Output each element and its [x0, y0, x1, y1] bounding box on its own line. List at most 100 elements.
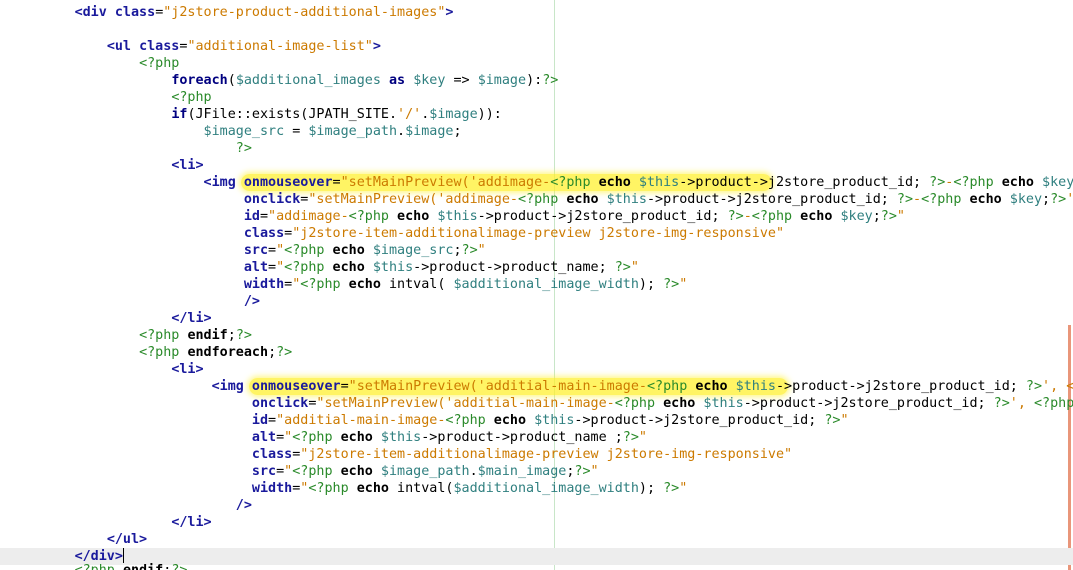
- code-token: $additional_images: [235, 73, 381, 88]
- code-line-text: onclick="setMainPreview('additial-main-i…: [2, 396, 1073, 411]
- code-line[interactable]: <img onmouseover="setMainPreview('addima…: [0, 174, 1073, 191]
- code-line[interactable]: <ul class="additional-image-list">: [0, 38, 1073, 55]
- code-token: $image: [477, 73, 527, 88]
- code-token: echo: [340, 430, 373, 445]
- code-token: width: [243, 277, 285, 292]
- code-line[interactable]: </li>: [0, 310, 1073, 327]
- code-token: ": [638, 430, 647, 445]
- code-line[interactable]: src="<?php echo $image_path.$main_image;…: [0, 463, 1073, 480]
- code-token: .: [397, 124, 406, 139]
- code-line[interactable]: <?php: [0, 55, 1073, 72]
- code-token: <?php: [517, 192, 559, 207]
- code-token: </li>: [171, 311, 212, 326]
- code-line[interactable]: class="j2store-item-additionalimage-prev…: [0, 225, 1073, 242]
- code-token: <?php: [550, 175, 591, 190]
- code-token: <li>: [171, 158, 204, 173]
- code-line[interactable]: <?php endif;?>: [0, 327, 1073, 344]
- code-token: -: [913, 192, 922, 207]
- code-line[interactable]: <div class="j2store-product-additional-i…: [0, 4, 1073, 21]
- code-token: ->product->j2store_product_id;: [477, 209, 728, 224]
- code-token: </ul>: [106, 532, 148, 547]
- code-line-text: <div class="j2store-product-additional-i…: [2, 5, 454, 20]
- code-token: echo: [397, 209, 430, 224]
- code-token: =: [259, 209, 269, 224]
- code-line[interactable]: if(JFile::exists(JPATH_SITE.'/'.$image))…: [0, 106, 1073, 123]
- code-token: alt: [251, 430, 277, 445]
- code-line[interactable]: alt="<?php echo $this->product->product_…: [0, 259, 1073, 276]
- code-line[interactable]: </ul>: [0, 531, 1073, 548]
- code-line[interactable]: />: [0, 497, 1073, 514]
- code-token: <?php: [171, 90, 212, 105]
- code-token: echo: [566, 192, 599, 207]
- code-line-text: <?php endforeach;?>: [2, 345, 292, 360]
- code-editor[interactable]: <div class = "j2store-product-additional-i…: [0, 0, 1073, 570]
- code-token: ->product->j2store_product_id;: [679, 175, 930, 190]
- code-token: "setMainPreview('addimage-: [308, 192, 518, 207]
- code-line-text: <li>: [2, 158, 204, 173]
- code-line[interactable]: onclick="setMainPreview('addimage-<?php …: [0, 191, 1073, 208]
- code-line[interactable]: <li>: [0, 157, 1073, 174]
- code-line[interactable]: [0, 21, 1073, 38]
- code-token: as: [389, 73, 406, 88]
- code-line-text: <?php: [2, 56, 179, 71]
- code-token: <?php: [1033, 396, 1073, 411]
- code-line[interactable]: <?php endforeach;?>: [0, 344, 1073, 361]
- code-line[interactable]: id="addimage-<?php echo $this->product->…: [0, 208, 1073, 225]
- code-line[interactable]: $image_src = $image_path.$image;: [0, 123, 1073, 140]
- code-token: =: [284, 124, 309, 139]
- code-token: />: [235, 498, 252, 513]
- code-line[interactable]: ?>: [0, 140, 1073, 157]
- code-token: =: [332, 175, 341, 190]
- code-token: $key: [413, 73, 446, 88]
- code-token: <?php: [139, 328, 180, 343]
- code-line[interactable]: </li>: [0, 514, 1073, 531]
- code-token: intval(: [388, 481, 454, 496]
- code-token: (: [187, 107, 196, 122]
- code-line[interactable]: <?php: [0, 89, 1073, 106]
- code-line-text: <li>: [2, 362, 203, 377]
- code-line[interactable]: src="<?php echo $image_src;?>": [0, 242, 1073, 259]
- code-line[interactable]: foreach($additional_images as $key => $i…: [0, 72, 1073, 89]
- code-token: ?>: [614, 260, 631, 275]
- code-token: $image_path: [380, 464, 470, 479]
- code-token: $this: [606, 192, 647, 207]
- code-line-text: src="<?php echo $image_src;?>": [2, 243, 486, 258]
- code-area[interactable]: <div class = "j2store-product-additional-i…: [0, 4, 1073, 565]
- code-line[interactable]: <li>: [0, 361, 1073, 378]
- code-line[interactable]: alt="<?php echo $this->product->product_…: [0, 429, 1073, 446]
- code-line[interactable]: width="<?php echo intval($additional_ima…: [0, 480, 1073, 497]
- code-token: (: [227, 73, 236, 88]
- code-token: ->product->product_name;: [413, 260, 615, 275]
- code-line[interactable]: <img onmouseover="setMainPreview('additi…: [0, 378, 1073, 395]
- code-token: $main_image: [477, 464, 567, 479]
- code-line[interactable]: />: [0, 293, 1073, 310]
- code-line[interactable]: onclick="setMainPreview('additial-main-i…: [0, 395, 1073, 412]
- code-line-text: />: [2, 294, 260, 309]
- code-line-clipped[interactable]: <?php endif;?>: [0, 562, 188, 570]
- code-token: <ul: [106, 39, 140, 54]
- code-token: id: [243, 209, 260, 224]
- code-token: '/': [397, 107, 422, 122]
- code-line[interactable]: class="j2store-item-additionalimage-prev…: [0, 446, 1073, 463]
- code-line[interactable]: id="additial-main-image-<?php echo $this…: [0, 412, 1073, 429]
- code-line[interactable]: width="<?php echo intval( $additional_im…: [0, 276, 1073, 293]
- code-token: ;: [453, 124, 462, 139]
- code-token: ?>: [235, 328, 252, 343]
- code-line-text: width="<?php echo intval( $additional_im…: [2, 277, 687, 292]
